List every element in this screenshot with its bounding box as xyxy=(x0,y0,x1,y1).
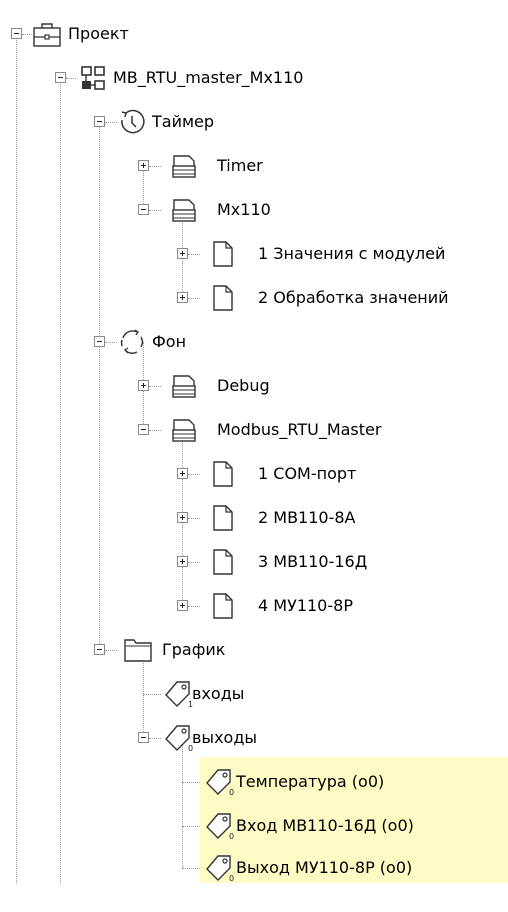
page-icon xyxy=(208,504,238,532)
tree-connector xyxy=(105,122,117,123)
tree-node-label: График xyxy=(162,640,226,659)
page-icon xyxy=(208,592,238,620)
collapse-toggle[interactable] xyxy=(138,204,149,215)
network-blocks-icon xyxy=(78,64,108,92)
collapse-toggle[interactable] xyxy=(94,116,105,127)
collapse-toggle[interactable] xyxy=(138,732,149,743)
tree-connector xyxy=(182,826,200,827)
tree-connector xyxy=(99,122,100,652)
tree-node-label: Температура (o0) xyxy=(236,772,385,791)
collapse-toggle[interactable] xyxy=(94,644,105,655)
tree-node-label: MB_RTU_master_Mx110 xyxy=(113,68,304,87)
cycle-arrows-icon xyxy=(117,328,147,356)
tag-index: 0 xyxy=(229,874,234,882)
page-icon xyxy=(208,548,238,576)
briefcase-icon xyxy=(32,20,62,48)
page-stack-icon xyxy=(169,372,199,400)
expand-toggle[interactable] xyxy=(138,160,149,171)
expand-toggle[interactable] xyxy=(177,512,188,523)
collapse-toggle[interactable] xyxy=(138,424,149,435)
tag-icon: 0 xyxy=(164,724,194,752)
expand-toggle[interactable] xyxy=(177,248,188,259)
collapse-toggle[interactable] xyxy=(94,336,105,347)
tree-connector xyxy=(105,650,117,651)
tree-node-label: Timer xyxy=(217,156,263,175)
tree-connector xyxy=(143,652,144,740)
tree-node-label: Выход МУ110-8Р (o0) xyxy=(236,858,413,877)
tree-node-label: 1 COM-порт xyxy=(258,464,357,483)
tree-connector xyxy=(188,606,200,607)
page-stack-icon xyxy=(169,416,199,444)
tree-node-label: 3 МВ110-16Д xyxy=(258,552,368,571)
collapse-toggle[interactable] xyxy=(11,28,22,39)
tree-node-label: Таймер xyxy=(152,112,215,131)
tree-connector xyxy=(22,34,32,35)
tree-connector xyxy=(60,78,61,883)
tree-connector xyxy=(188,254,200,255)
tag-icon: 1 xyxy=(164,680,194,708)
tree-connector xyxy=(16,34,17,883)
tree-connector xyxy=(188,474,200,475)
tag-index: 0 xyxy=(229,788,234,796)
expand-toggle[interactable] xyxy=(177,468,188,479)
tree-node-label: Проект xyxy=(68,24,129,43)
folder-icon xyxy=(123,636,153,664)
tag-icon: 0 xyxy=(205,854,235,882)
tree-node-label: Debug xyxy=(217,376,270,395)
clock-icon xyxy=(117,108,147,136)
collapse-toggle[interactable] xyxy=(55,72,66,83)
tree-connector xyxy=(149,210,161,211)
expand-toggle[interactable] xyxy=(177,600,188,611)
tree-connector xyxy=(188,298,200,299)
tree-connector xyxy=(188,562,200,563)
page-stack-icon xyxy=(169,196,199,224)
tag-icon: 0 xyxy=(205,768,235,796)
tree-connector xyxy=(182,744,183,868)
tree-node-label: входы xyxy=(192,684,245,703)
tag-icon: 0 xyxy=(205,812,235,840)
tree-node-label: 2 МВ110-8А xyxy=(258,508,356,527)
tree-connector xyxy=(143,694,161,695)
page-stack-icon xyxy=(169,152,199,180)
tree-connector xyxy=(66,78,76,79)
tree-node-label: Modbus_RTU_Master xyxy=(217,420,382,439)
tree-connector xyxy=(182,868,200,869)
tree-connector xyxy=(149,166,161,167)
tree-connector xyxy=(182,782,200,783)
tree-node-label: Вход МВ110-16Д (o0) xyxy=(236,816,414,835)
tree-connector xyxy=(105,342,117,343)
tag-index: 0 xyxy=(229,832,234,840)
expand-toggle[interactable] xyxy=(177,556,188,567)
tree-node-label: 4 МУ110-8Р xyxy=(258,596,353,615)
expand-toggle[interactable] xyxy=(138,380,149,391)
tree-connector xyxy=(149,738,161,739)
tree-node-label: Mx110 xyxy=(217,200,271,219)
tree-connector xyxy=(149,430,161,431)
expand-toggle[interactable] xyxy=(177,292,188,303)
tree-node-label: Фон xyxy=(152,332,187,351)
page-icon xyxy=(208,284,238,312)
tree-connector xyxy=(149,386,161,387)
tree-node-label: 1 Значения с модулей xyxy=(258,244,446,263)
tree-node-label: 2 Обработка значений xyxy=(258,288,449,307)
page-icon xyxy=(208,240,238,268)
tree-connector xyxy=(188,518,200,519)
page-icon xyxy=(208,460,238,488)
tree-node-label: выходы xyxy=(192,728,258,747)
project-tree: Проект MB_RTU_master_Mx110 Таймер Timer … xyxy=(0,0,508,883)
